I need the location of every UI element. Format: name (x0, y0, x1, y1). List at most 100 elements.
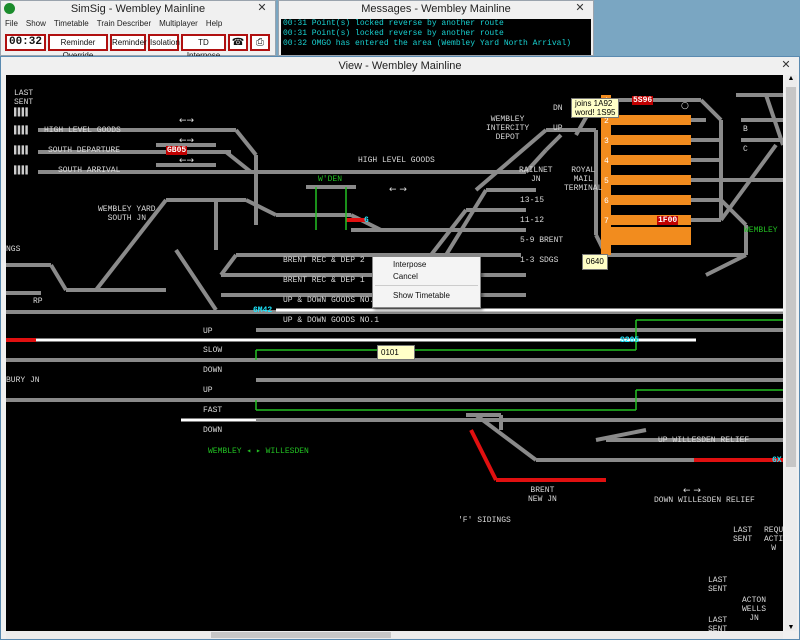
wden-label: W'DEN (318, 175, 343, 184)
last-sent-indicator: ▌▌▌▌ (14, 166, 30, 175)
wembley-yard-south-jn-label: WEMBLEY YARD SOUTH JN (98, 205, 156, 223)
direction-arrow-icon: ←→ (179, 116, 195, 126)
train-description[interactable]: 6X (771, 456, 783, 465)
print-button[interactable]: ⎙ (250, 34, 270, 51)
messages-title: Messages - Wembley Mainline (361, 3, 511, 15)
brent-new-jn-label: BRENT NEW JN (528, 486, 557, 504)
scroll-down-icon[interactable]: ▼ (785, 624, 797, 631)
menu-train-describer[interactable]: Train Describer (97, 19, 151, 28)
last-sent-label: LAST SENT (708, 616, 728, 631)
tooltip-joins-text: joins 1A92 (575, 99, 613, 108)
last-sent-label: LAST SENT (708, 576, 728, 594)
menu-file[interactable]: File (5, 19, 18, 28)
slow-line-label: SLOW (203, 346, 223, 355)
view-title: View - Wembley Mainline (338, 60, 462, 72)
brent-rec-dep-1-label: BRENT REC & DEP 1 (283, 276, 365, 285)
close-icon[interactable]: ✕ (777, 59, 795, 72)
f-sidings-label: 'F' SIDINGS (458, 516, 511, 525)
rp-label: RP (33, 297, 43, 306)
td-interpose-button[interactable]: TD Interpose (181, 34, 226, 60)
menu-item-interpose[interactable]: Interpose (393, 259, 426, 271)
brent-rec-dep-2-label: BRENT REC & DEP 2 (283, 256, 365, 265)
train-description[interactable]: 6M42 (252, 306, 273, 315)
down-line-label: DOWN (203, 426, 223, 435)
train-description[interactable]: 6 (363, 216, 370, 225)
request-label: REQU ACTI W (764, 526, 783, 553)
menu-bar: File Show Timetable Train Describer Multipla… (1, 17, 226, 30)
message-line: 00:31 Point(s) locked reverse by another… (283, 29, 504, 38)
telephone-icon: ☎ (231, 37, 245, 48)
menu-item-show-timetable[interactable]: Show Timetable (393, 290, 450, 302)
menu-show[interactable]: Show (26, 19, 46, 28)
down-line-label: DOWN (203, 366, 223, 375)
close-icon[interactable]: ✕ (571, 2, 589, 15)
train-description[interactable]: 1F00 (657, 216, 679, 225)
menu-item-cancel[interactable]: Cancel (393, 271, 418, 283)
platform-number: 4 (604, 157, 609, 166)
train-description[interactable]: GB05 (166, 146, 188, 155)
menu-help[interactable]: Help (206, 19, 222, 28)
reminder-button[interactable]: Reminder (110, 34, 147, 51)
c-label: C (743, 145, 748, 154)
up-line-label: UP (203, 386, 213, 395)
platform-number: 6 (604, 197, 609, 206)
last-sent-indicator: ▌▌▌▌ (14, 126, 30, 135)
message-line: 00:32 OMGO has entered the area (Wembley… (283, 39, 572, 48)
tooltip-word-text: word! 1S95 (575, 108, 616, 117)
messages-window: Messages - Wembley Mainline ✕ 00:31 Poin… (278, 0, 594, 56)
scroll-up-icon[interactable]: ▲ (785, 75, 797, 82)
platform-number: 5 (604, 177, 609, 186)
context-menu[interactable]: Interpose Cancel Show Timetable (372, 256, 481, 308)
last-sent-label: LAST SENT (14, 89, 34, 107)
view-titlebar: View - Wembley Mainline ✕ (1, 57, 799, 75)
horizontal-scrollbar[interactable] (6, 631, 783, 639)
direction-arrow-icon: ← → (683, 486, 701, 496)
direction-arrow-icon: ← → (389, 185, 407, 195)
platform-number: 2 (604, 117, 609, 126)
wembley-right-label: WEMBLEY (744, 226, 778, 235)
menu-separator (375, 285, 478, 286)
simsig-window: SimSig - Wembley Mainline ✕ File Show Time… (0, 0, 276, 60)
acton-wells-jn-label: ACTON WELLS JN (742, 596, 767, 623)
dn-label: DN (553, 104, 563, 113)
close-icon[interactable]: ✕ (253, 2, 271, 15)
train-description[interactable]: S205 (619, 336, 640, 345)
scroll-thumb[interactable] (211, 632, 391, 638)
direction-arrow-icon: ○ (681, 101, 689, 111)
view-window: View - Wembley Mainline ✕ 2 3 4 5 6 7 LA… (0, 56, 800, 640)
menu-timetable[interactable]: Timetable (54, 19, 89, 28)
south-departure-label: SOUTH DEPARTURE (48, 146, 121, 155)
telephone-button[interactable]: ☎ (228, 34, 248, 51)
last-sent-indicator: ▌▌▌▌ (14, 108, 30, 117)
bury-jn-label: BURY JN (6, 376, 40, 385)
vertical-scrollbar[interactable]: ▲ ▼ (785, 75, 797, 631)
siding-13-15-label: 13-15 (520, 196, 545, 205)
b-label: B (743, 125, 748, 134)
siding-5-9-label: 5-9 BRENT (520, 236, 564, 245)
siding-11-12-label: 11-12 (520, 216, 545, 225)
last-sent-label: LAST SENT (733, 526, 753, 544)
reminder-override-button[interactable]: Reminder Override (48, 34, 108, 60)
wembley-intercity-depot-label: WEMBLEY INTERCITY DEPOT (486, 115, 530, 142)
up-down-goods-2-label: UP & DOWN GOODS NO.2 (283, 296, 380, 305)
direction-arrow-icon: ←→ (179, 136, 195, 146)
scroll-thumb[interactable] (786, 87, 796, 467)
tooltip-0101: 0101 (377, 345, 415, 360)
isolation-button[interactable]: Isolation (148, 34, 180, 51)
siding-1-3-label: 1-3 SDGS (520, 256, 559, 265)
message-line: 00:31 Point(s) locked reverse by another… (283, 19, 504, 28)
up-line-label: UP (203, 327, 213, 336)
clock-display: 00:32 (5, 34, 46, 51)
up-down-goods-1-label: UP & DOWN GOODS NO.1 (283, 316, 380, 325)
platform-number: 7 (604, 217, 609, 226)
high-level-goods-label: HIGH LEVEL GOODS (44, 126, 121, 135)
fast-line-label: FAST (203, 406, 223, 415)
up-label: UP (553, 124, 563, 133)
app-icon (4, 3, 15, 14)
train-description[interactable]: 5S96 (632, 96, 654, 105)
last-sent-indicator: ▌▌▌▌ (14, 146, 30, 155)
menu-multiplayer[interactable]: Multiplayer (159, 19, 198, 28)
direction-arrow-icon: ←→ (179, 156, 195, 166)
message-log[interactable]: 00:31 Point(s) locked reverse by another… (281, 19, 591, 55)
messages-titlebar: Messages - Wembley Mainline ✕ (279, 1, 593, 17)
